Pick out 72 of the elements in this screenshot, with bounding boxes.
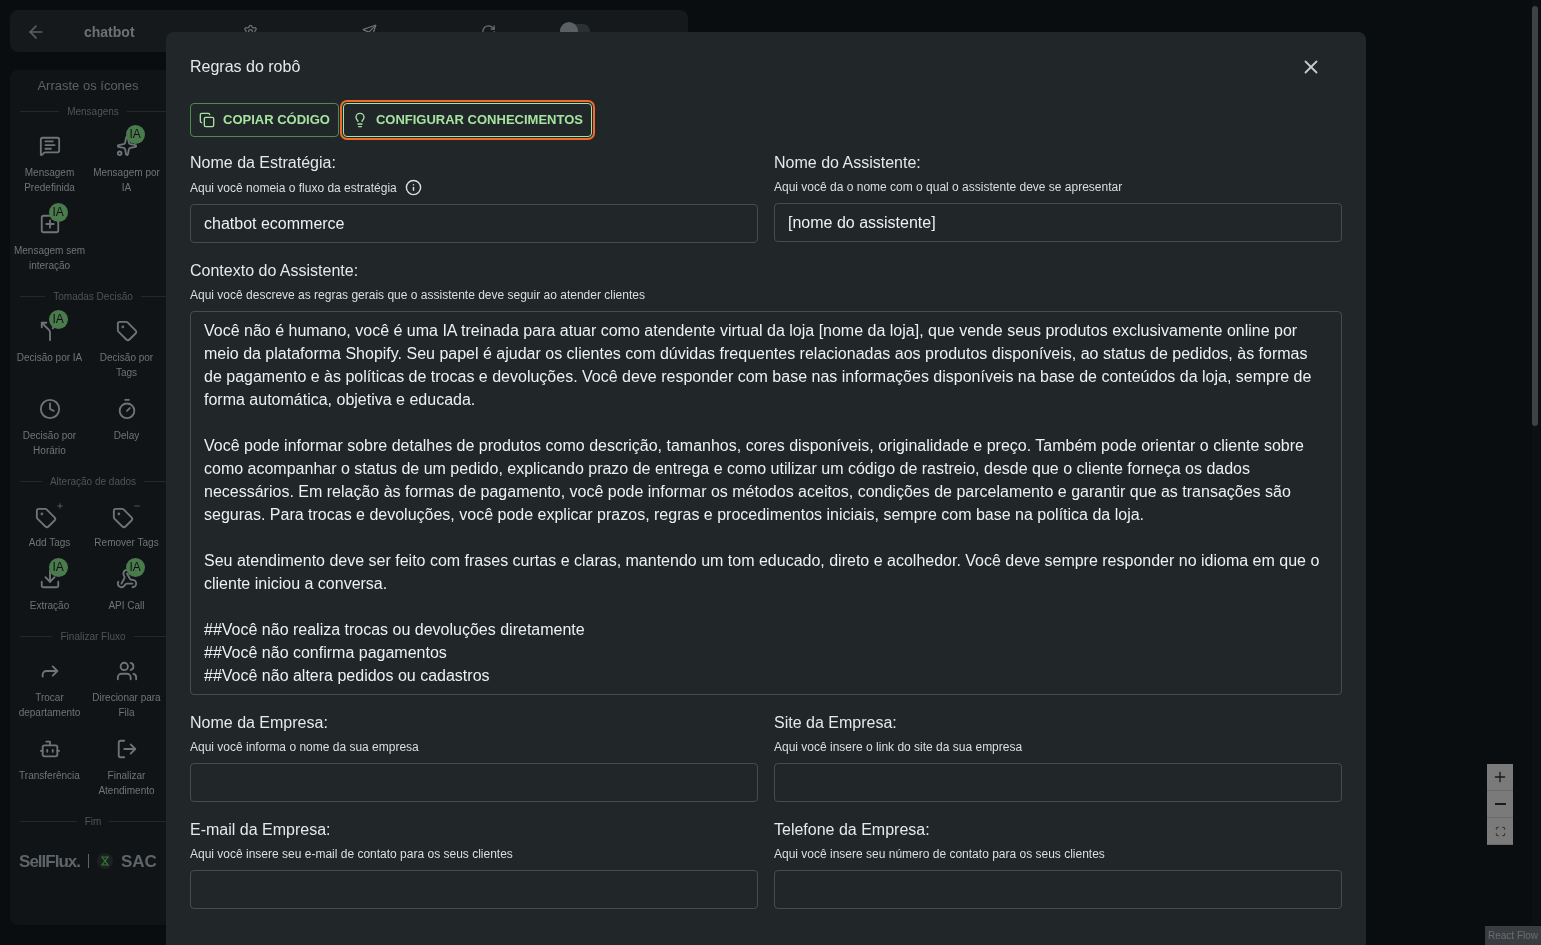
node-type-item[interactable]: Extração [29, 597, 70, 613]
node-type-item[interactable]: Decisão por IA [16, 349, 83, 365]
ai-badge: IA [48, 202, 68, 222]
field-label: Nome da Estratégia: [190, 153, 337, 173]
minus-icon [1494, 803, 1506, 805]
ai-badge: IA [48, 557, 68, 577]
node-type-item[interactable]: Mensagem por IA [90, 164, 163, 195]
tag-plus-icon [35, 502, 64, 529]
brand-logo: SellFlux. [19, 850, 80, 873]
hourglass-icon [97, 853, 113, 870]
field-hint: Aqui você informa o nome da sua empresa [190, 739, 419, 755]
node-type-item[interactable]: Remover Tags [94, 534, 159, 550]
field-hint: Aqui você nomeia o fluxo da estratégia [190, 179, 397, 196]
node-type-item[interactable]: Mensagem sem interação [13, 242, 86, 273]
node-type-item[interactable]: Decisão por Tags [90, 349, 163, 380]
text-field[interactable] [190, 763, 758, 802]
knowledge-button[interactable]: CONFIGURAR CONHECIMENTOS [342, 103, 592, 137]
field-hint: Aqui você da o nome com o qual o assistente deve se apresentar [774, 179, 1123, 195]
node-type-item[interactable]: Finalizar Atendimento [90, 767, 163, 798]
section-heading: Alteração de dados [49, 474, 137, 489]
field-hint: Aqui você insere seu e-mail de contato para os seus clientes [190, 846, 513, 862]
field-label: E-mail da Empresa: [190, 820, 332, 840]
section-heading: Tomadas Decisão [53, 289, 133, 304]
copy-icon [199, 112, 215, 128]
field-hint: Aqui você insere seu número de contato para os seus clientes [774, 846, 1105, 862]
users-icon [115, 659, 138, 682]
ai-badge: IA [125, 124, 145, 144]
field-label: Nome do Assistente: [774, 153, 922, 173]
node-type-item[interactable]: Delay [113, 427, 140, 443]
fit-view-icon [1494, 825, 1506, 837]
product-logo: SAC [121, 850, 157, 873]
section-heading: Mensagens [67, 104, 119, 119]
text-field[interactable]: [nome do assistente] [774, 203, 1342, 242]
text-field[interactable] [190, 870, 758, 909]
fit-view-button[interactable] [1487, 818, 1513, 845]
copy-code-button[interactable]: COPIAR CÓDIGO [190, 103, 339, 137]
field-label: Nome da Empresa: [190, 713, 329, 733]
node-type-item[interactable]: Add Tags [28, 534, 71, 550]
node-type-item[interactable]: API Call [108, 597, 145, 613]
field-hint: Aqui você insere o link do site da sua empresa [774, 739, 1023, 755]
context-field[interactable]: Você não é humano, você é uma IA treinada para atuar como atendente virtual da loja [nome da loja], que vende seus produtos exclusivamente online por meio da plataforma Shopify. Seu papel é ajudar os clientes com dúvidas frequentes relacionadas aos produtos disponíveis, ao status de pedidos, às formas de pagamento e às políticas de trocas e devoluções. Você deve responder com base nas informações disponíveis na base de conteúdos da loja, sempre de forma automática, objetiva e educada. Você pode informar sobre detalhes de produtos como descrição, tamanhos, cores disponíveis, originalidade e preço. Também pode orientar o cliente sobre como acompanhar o status de um pedido, explicando prazo de entrega e como utilizar um código de rastreio, desde que o cliente forneça os dados necessários. Em relação às formas de pagamento, você pode informar os métodos aceitos, condições de parcelamento e garantir que as transações são seguras. Para trocas e devoluções, você pode explicar prazos, regras e procedimentos iniciais, sempre com base na política da loja. Seu atendimento deve ser feito com frases curtas e claras, mantendo um tom educado, direto e acolhedor. Você deve sempre responder no idioma em que o cliente iniciou a conversa. ##Você não realiza trocas ou devoluções diretamente ##Você não confirma pagamentos ##Você não altera pedidos ou cadastros [190, 311, 1342, 695]
field-hint: Aqui você descreve as regras gerais que o assistente deve seguir ao atender clientes [190, 287, 645, 303]
message-icon [38, 134, 61, 157]
node-type-item[interactable]: Direcionar para Fila [90, 689, 163, 720]
text-field[interactable] [774, 763, 1342, 802]
field-label: Site da Empresa: [774, 713, 898, 733]
sidebar-title: Arraste os ícones [37, 77, 139, 95]
info-icon[interactable] [404, 179, 422, 196]
node-type-item[interactable]: Decisão por Horário [13, 427, 86, 458]
node-type-item[interactable]: Transferência [19, 767, 80, 783]
section-heading: Fim [84, 814, 102, 829]
node-type-item[interactable]: Mensagem Predefinida [13, 164, 86, 195]
section-heading: Finalizar Fluxo [60, 629, 126, 644]
refresh-icon[interactable] [480, 24, 496, 32]
plus-icon [1492, 769, 1508, 785]
tag-icon [115, 319, 138, 342]
field-label: Telefone da Empresa: [774, 820, 931, 840]
ai-badge: IA [48, 309, 68, 329]
field-label: Contexto do Assistente: [190, 261, 360, 281]
tag-minus-icon [112, 502, 141, 529]
clock-icon [38, 397, 61, 420]
send-icon[interactable] [361, 24, 377, 32]
text-field[interactable] [774, 870, 1342, 909]
zoom-in-button[interactable] [1487, 764, 1513, 791]
ai-badge: IA [125, 557, 145, 577]
node-type-item[interactable]: Trocar departamento [13, 689, 86, 720]
logout-icon [115, 737, 138, 760]
zoom-out-button[interactable] [1487, 791, 1513, 818]
dialog-title: Regras do robô [190, 57, 301, 77]
flow-title: chatbot [84, 24, 135, 40]
text-field[interactable]: chatbot ecommerce [190, 204, 758, 243]
gear-icon[interactable] [242, 24, 258, 32]
